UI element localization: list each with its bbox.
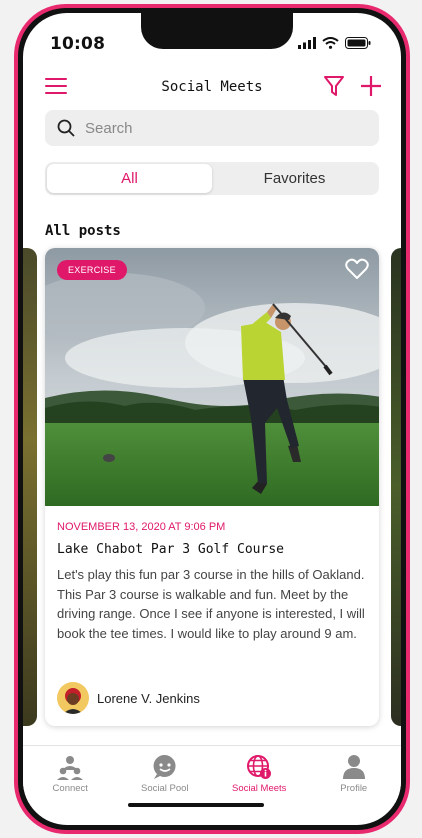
tab-label: Social Pool (140, 783, 189, 794)
post-image: EXERCISE (45, 248, 379, 506)
tab-connect[interactable]: Connect (23, 746, 118, 803)
tab-label: Social Meets (232, 783, 287, 794)
screen: 10:08 Social Meets Search All Favorites … (23, 13, 401, 825)
avatar (57, 682, 89, 714)
add-post-icon[interactable] (359, 74, 383, 98)
search-input[interactable] (85, 119, 335, 137)
post-title: Lake Chabot Par 3 Golf Course (57, 542, 284, 557)
post-card[interactable]: EXERCISE NOVEMBER 13, 2020 AT 9:06 PM La… (45, 248, 379, 726)
next-card-peek[interactable] (391, 248, 401, 726)
favorite-heart-icon[interactable] (345, 258, 369, 280)
social-pool-icon (153, 754, 176, 779)
connect-icon (57, 756, 84, 780)
header: Social Meets (23, 69, 401, 107)
previous-card-peek[interactable] (23, 248, 37, 726)
tab-profile[interactable]: Profile (307, 746, 402, 803)
section-title: All posts (45, 223, 121, 239)
battery-icon (345, 37, 371, 49)
tab-label: Connect (52, 783, 88, 794)
signal-icon (298, 37, 316, 49)
tab-social-pool[interactable]: Social Pool (118, 746, 213, 803)
post-date: NOVEMBER 13, 2020 AT 9:06 PM (57, 521, 226, 533)
tab-label: Profile (340, 783, 368, 794)
author-name: Lorene V. Jenkins (97, 690, 200, 706)
wifi-icon (322, 37, 339, 49)
segmented-control: All Favorites (45, 162, 379, 195)
search-bar[interactable] (45, 110, 379, 146)
category-tag: EXERCISE (57, 260, 127, 280)
profile-icon (342, 755, 365, 779)
post-author[interactable]: Lorene V. Jenkins (57, 682, 200, 714)
post-description: Let's play this fun par 3 course in the … (57, 567, 365, 641)
home-indicator (128, 803, 264, 807)
notch (141, 13, 293, 49)
search-icon (57, 119, 75, 137)
social-meets-icon (247, 755, 272, 779)
segment-all[interactable]: All (47, 164, 212, 193)
filter-icon[interactable] (323, 74, 345, 98)
status-icons (298, 37, 371, 49)
phone-frame: 10:08 Social Meets Search All Favorites … (14, 4, 410, 834)
bottom-tab-bar: Connect Social Pool Social Meets Profile (23, 745, 401, 803)
segment-favorites[interactable]: Favorites (212, 164, 377, 193)
status-time: 10:08 (50, 34, 106, 54)
tab-social-meets[interactable]: Social Meets (212, 746, 307, 803)
